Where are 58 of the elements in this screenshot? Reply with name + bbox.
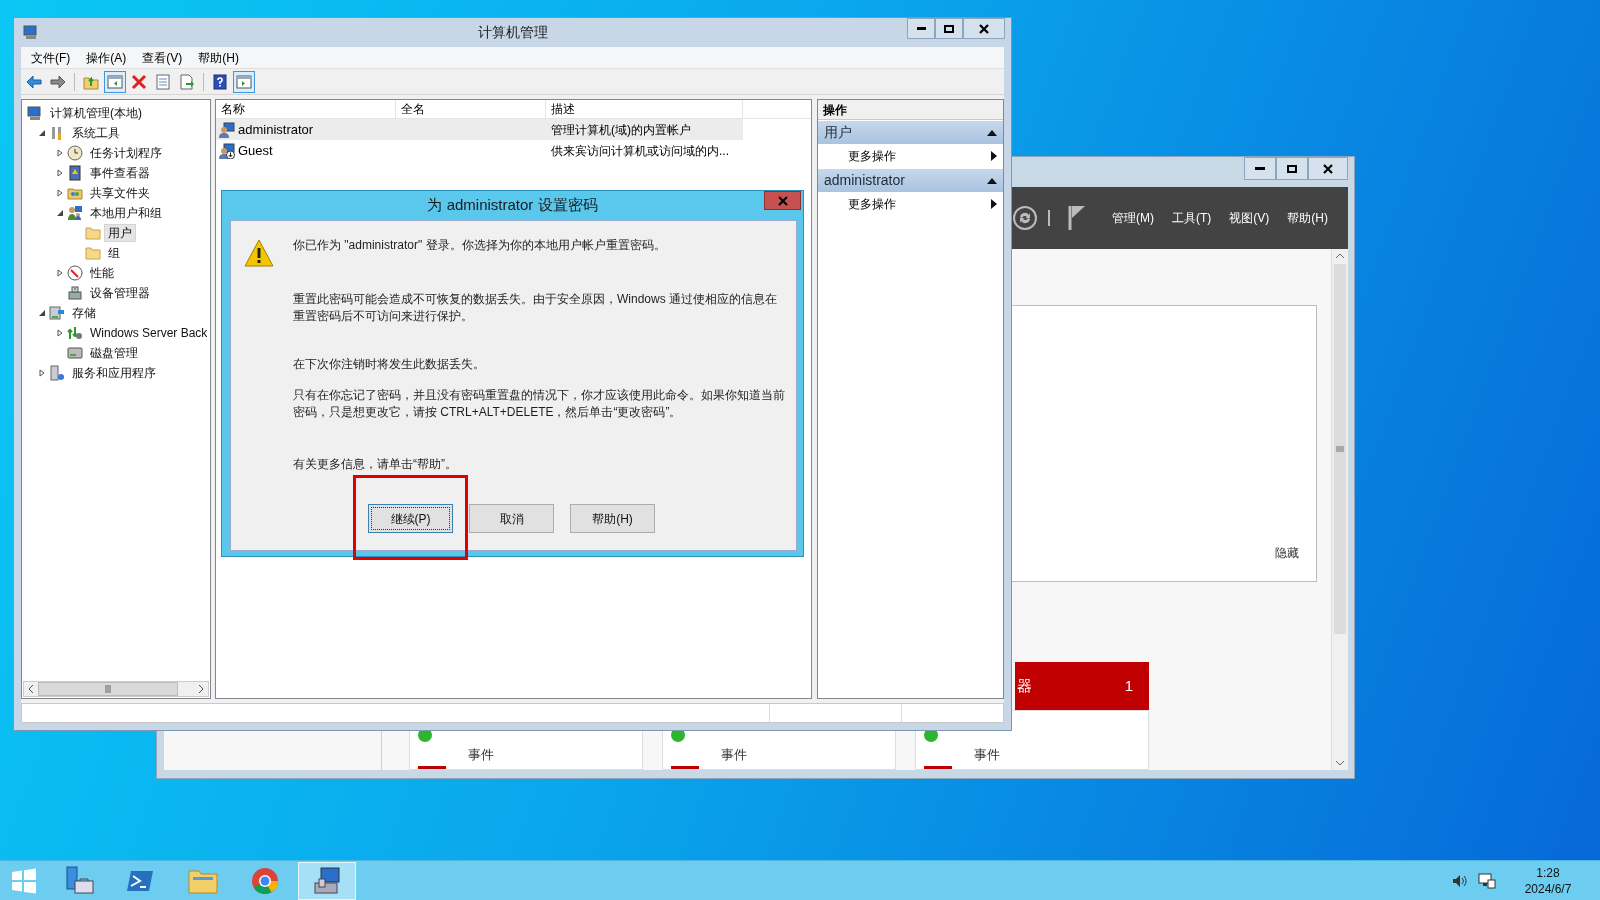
tile-count: 1: [1124, 675, 1133, 696]
tree-item[interactable]: 组: [104, 244, 124, 262]
action-item[interactable]: 更多操作: [818, 144, 1003, 168]
tree-item[interactable]: 系统工具: [68, 124, 124, 142]
section-title: 用户: [824, 123, 852, 142]
tree-item[interactable]: 用户: [104, 224, 136, 242]
dialog-button[interactable]: 继续(P): [368, 504, 453, 533]
tree-item[interactable]: 事件查看器: [86, 164, 154, 182]
dialog-title: 为 administrator 设置密码: [427, 195, 598, 216]
clock-date[interactable]: 2024/6/7: [1524, 880, 1572, 897]
clock-time[interactable]: 1:28: [1536, 864, 1560, 881]
section-title: administrator: [824, 171, 905, 190]
dialog-button[interactable]: 帮助(H): [570, 504, 655, 533]
user-name: Guest: [238, 141, 273, 160]
menu-item[interactable]: 文件(F): [30, 48, 72, 67]
action-item[interactable]: 更多操作: [818, 192, 1003, 216]
message-text: 在下次你注销时将发生此数据丢失。: [293, 356, 486, 373]
message-text: 你已作为 "administrator" 登录。你选择为你的本地用户帐户重置密码。: [293, 237, 667, 254]
pane-header: 操作: [818, 100, 1003, 120]
tree-item[interactable]: 存储: [68, 304, 100, 322]
tree-item[interactable]: 共享文件夹: [86, 184, 154, 202]
menu-item[interactable]: 工具(T): [1172, 209, 1212, 227]
menu-item[interactable]: 管理(M): [1112, 209, 1154, 227]
menu-item[interactable]: 查看(V): [141, 48, 184, 67]
list-row[interactable]: administrator 管理计算机(域)的内置帐户: [216, 119, 743, 140]
column-header[interactable]: 全名: [396, 100, 546, 118]
dialog-button[interactable]: 取消: [469, 504, 554, 533]
tree-item[interactable]: 本地用户和组: [86, 204, 166, 222]
tree-item[interactable]: 计算机管理(本地): [46, 104, 146, 122]
description-text: 管理计算机(域)的内置帐户: [551, 122, 691, 137]
tree-item[interactable]: 磁盘管理: [86, 344, 142, 362]
column-header[interactable]: 名称: [216, 100, 396, 118]
tree-item[interactable]: 性能: [86, 264, 118, 282]
tree-item[interactable]: 设备管理器: [86, 284, 154, 302]
hide-link[interactable]: 隐藏: [1275, 544, 1299, 562]
menu-item[interactable]: 帮助(H): [197, 48, 240, 67]
column-header[interactable]: 描述: [546, 100, 743, 118]
tile-header[interactable]: 器 1: [1015, 662, 1149, 710]
window-title: 计算机管理: [477, 23, 548, 42]
tile-label[interactable]: 事件: [721, 745, 747, 765]
message-text: 只有在你忘记了密码，并且没有密码重置盘的情况下，你才应该使用此命令。如果你知道当前密码，只是想更改它，请按 CTRL+ALT+DELETE，然后单击“更改密码”。: [293, 387, 785, 421]
tree-item[interactable]: 服务和应用程序: [68, 364, 160, 382]
menu-item[interactable]: 帮助(H): [1287, 209, 1328, 227]
message-text: 有关更多信息，请单击“帮助”。: [293, 456, 458, 473]
action-label: 更多操作: [848, 196, 896, 213]
description-text: 供来宾访问计算机或访问域的内...: [551, 143, 729, 158]
menu-item[interactable]: 操作(A): [85, 48, 128, 67]
tile-title: 器: [1017, 675, 1032, 696]
user-name: administrator: [238, 120, 314, 139]
section-header[interactable]: 用户: [818, 121, 1003, 144]
tile-label[interactable]: 事件: [468, 745, 494, 765]
tree-item[interactable]: 任务计划程序: [86, 144, 166, 162]
action-label: 更多操作: [848, 148, 896, 165]
tree-item[interactable]: Windows Server Back: [86, 324, 212, 342]
section-header[interactable]: administrator: [818, 169, 1003, 192]
menu-item[interactable]: 视图(V): [1229, 209, 1270, 227]
message-text: 重置此密码可能会造成不可恢复的数据丢失。由于安全原因，Windows 通过使相应的信息在重置密码后不可访问来进行保护。: [293, 291, 778, 325]
tile-label[interactable]: 事件: [974, 745, 1000, 765]
